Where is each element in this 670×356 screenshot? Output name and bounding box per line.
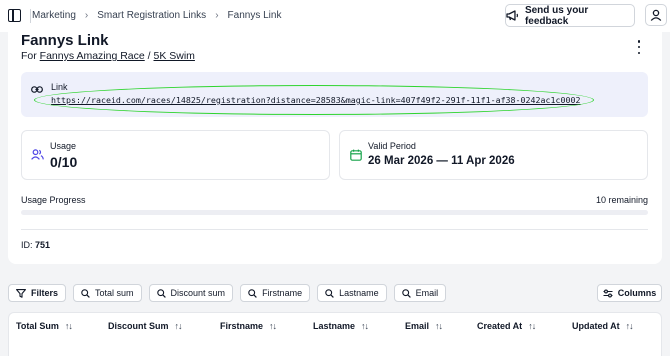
- column-header-label: Discount Sum: [108, 321, 169, 331]
- subtitle-prefix: For: [21, 50, 37, 62]
- chevron-right-icon: ›: [215, 10, 219, 21]
- subtitle-separator: /: [147, 50, 151, 62]
- user-icon: [650, 9, 662, 21]
- filter-lastname[interactable]: Lastname: [317, 284, 387, 302]
- search-icon: [81, 288, 90, 298]
- divider: [30, 9, 31, 23]
- filter-firstname[interactable]: Firstname: [240, 284, 311, 302]
- race-link[interactable]: Fannys Amazing Race: [40, 50, 145, 62]
- breadcrumb: Marketing › Smart Registration Links › F…: [32, 10, 281, 21]
- sidebar-toggle-icon[interactable]: [8, 9, 21, 22]
- divider: [21, 229, 648, 230]
- search-icon: [325, 288, 334, 298]
- column-header-lastname[interactable]: Lastname ↑↓: [313, 321, 369, 331]
- feedback-button[interactable]: Send us your feedback: [505, 4, 635, 27]
- search-icon: [156, 288, 166, 298]
- link-id-value: 751: [35, 240, 51, 250]
- more-options-icon[interactable]: [636, 40, 642, 54]
- registration-link-url[interactable]: https://raceid.com/races/14825/registrat…: [51, 95, 581, 105]
- filter-firstname-label: Firstname: [262, 288, 303, 298]
- sort-icon[interactable]: ↑↓: [528, 321, 536, 331]
- valid-period-stat-card: Valid Period 26 Mar 2026 — 11 Apr 2026: [339, 130, 648, 180]
- page-title: Fannys Link: [21, 32, 109, 49]
- column-header-updated-at[interactable]: Updated At ↑↓: [572, 321, 634, 331]
- column-header-total-sum[interactable]: Total Sum ↑↓: [16, 321, 73, 331]
- column-header-label: Email: [405, 321, 430, 331]
- filter-discount-sum[interactable]: Discount sum: [148, 284, 234, 302]
- usage-stat-card: Usage 0/10: [21, 130, 330, 180]
- search-icon: [248, 288, 257, 298]
- feedback-button-label: Send us your feedback: [524, 4, 589, 27]
- sort-icon[interactable]: ↑↓: [435, 321, 443, 331]
- valid-period-label: Valid Period: [368, 141, 416, 151]
- column-header-firstname[interactable]: Firstname ↑↓: [220, 321, 277, 331]
- top-bar: Marketing › Smart Registration Links › F…: [0, 0, 670, 32]
- sort-icon[interactable]: ↑↓: [626, 321, 634, 331]
- sliders-icon: [603, 289, 613, 297]
- filter-icon: [16, 288, 26, 298]
- users-icon: [31, 149, 44, 160]
- column-header-created-at[interactable]: Created At ↑↓: [477, 321, 536, 331]
- usage-label: Usage: [50, 141, 77, 151]
- page-subtitle: For Fannys Amazing Race / 5K Swim: [21, 50, 195, 62]
- breadcrumb-item-smart-registration-links[interactable]: Smart Registration Links: [97, 10, 206, 21]
- user-avatar[interactable]: [645, 4, 667, 26]
- filter-email[interactable]: Email: [393, 284, 447, 302]
- breadcrumb-item-marketing[interactable]: Marketing: [32, 10, 76, 21]
- filter-lastname-label: Lastname: [339, 288, 379, 298]
- link-label: Link: [51, 82, 68, 92]
- columns-button[interactable]: Columns: [597, 284, 662, 302]
- filter-bar: Filters Total sum Discount sum Firstname…: [8, 284, 447, 302]
- chevron-right-icon: ›: [84, 10, 89, 21]
- megaphone-icon: [506, 10, 519, 21]
- search-icon: [401, 288, 411, 298]
- breadcrumb-item-current: Fannys Link: [227, 10, 282, 21]
- sort-icon[interactable]: ↑↓: [175, 321, 183, 331]
- column-header-label: Created At: [477, 321, 523, 331]
- link-icon: [31, 86, 43, 93]
- calendar-icon: [350, 149, 362, 161]
- filter-total-sum-label: Total sum: [95, 288, 134, 298]
- sort-icon[interactable]: ↑↓: [361, 321, 369, 331]
- sort-icon[interactable]: ↑↓: [65, 321, 73, 331]
- usage-remaining-text: 10 remaining: [595, 195, 648, 205]
- column-header-email[interactable]: Email ↑↓: [405, 321, 443, 331]
- column-header-discount-sum[interactable]: Discount Sum ↑↓: [108, 321, 183, 331]
- link-id: ID: 751: [21, 240, 50, 250]
- filters-button-label: Filters: [31, 288, 59, 298]
- column-header-label: Total Sum: [16, 321, 59, 331]
- filters-button[interactable]: Filters: [8, 284, 67, 302]
- column-header-label: Updated At: [572, 321, 620, 331]
- usage-value: 0/10: [50, 154, 78, 170]
- filter-total-sum[interactable]: Total sum: [73, 284, 142, 302]
- link-id-label: ID:: [21, 240, 33, 250]
- column-header-label: Lastname: [313, 321, 356, 331]
- sort-icon[interactable]: ↑↓: [269, 321, 277, 331]
- orders-table-header: [8, 312, 662, 356]
- usage-progress-bar: [21, 210, 648, 215]
- filter-discount-sum-label: Discount sum: [170, 288, 226, 298]
- distance-link[interactable]: 5K Swim: [154, 50, 195, 62]
- usage-progress-label: Usage Progress: [21, 195, 86, 205]
- valid-period-value: 26 Mar 2026 — 11 Apr 2026: [368, 155, 515, 167]
- columns-button-label: Columns: [617, 288, 657, 298]
- column-header-label: Firstname: [220, 321, 264, 331]
- filter-email-label: Email: [415, 288, 439, 298]
